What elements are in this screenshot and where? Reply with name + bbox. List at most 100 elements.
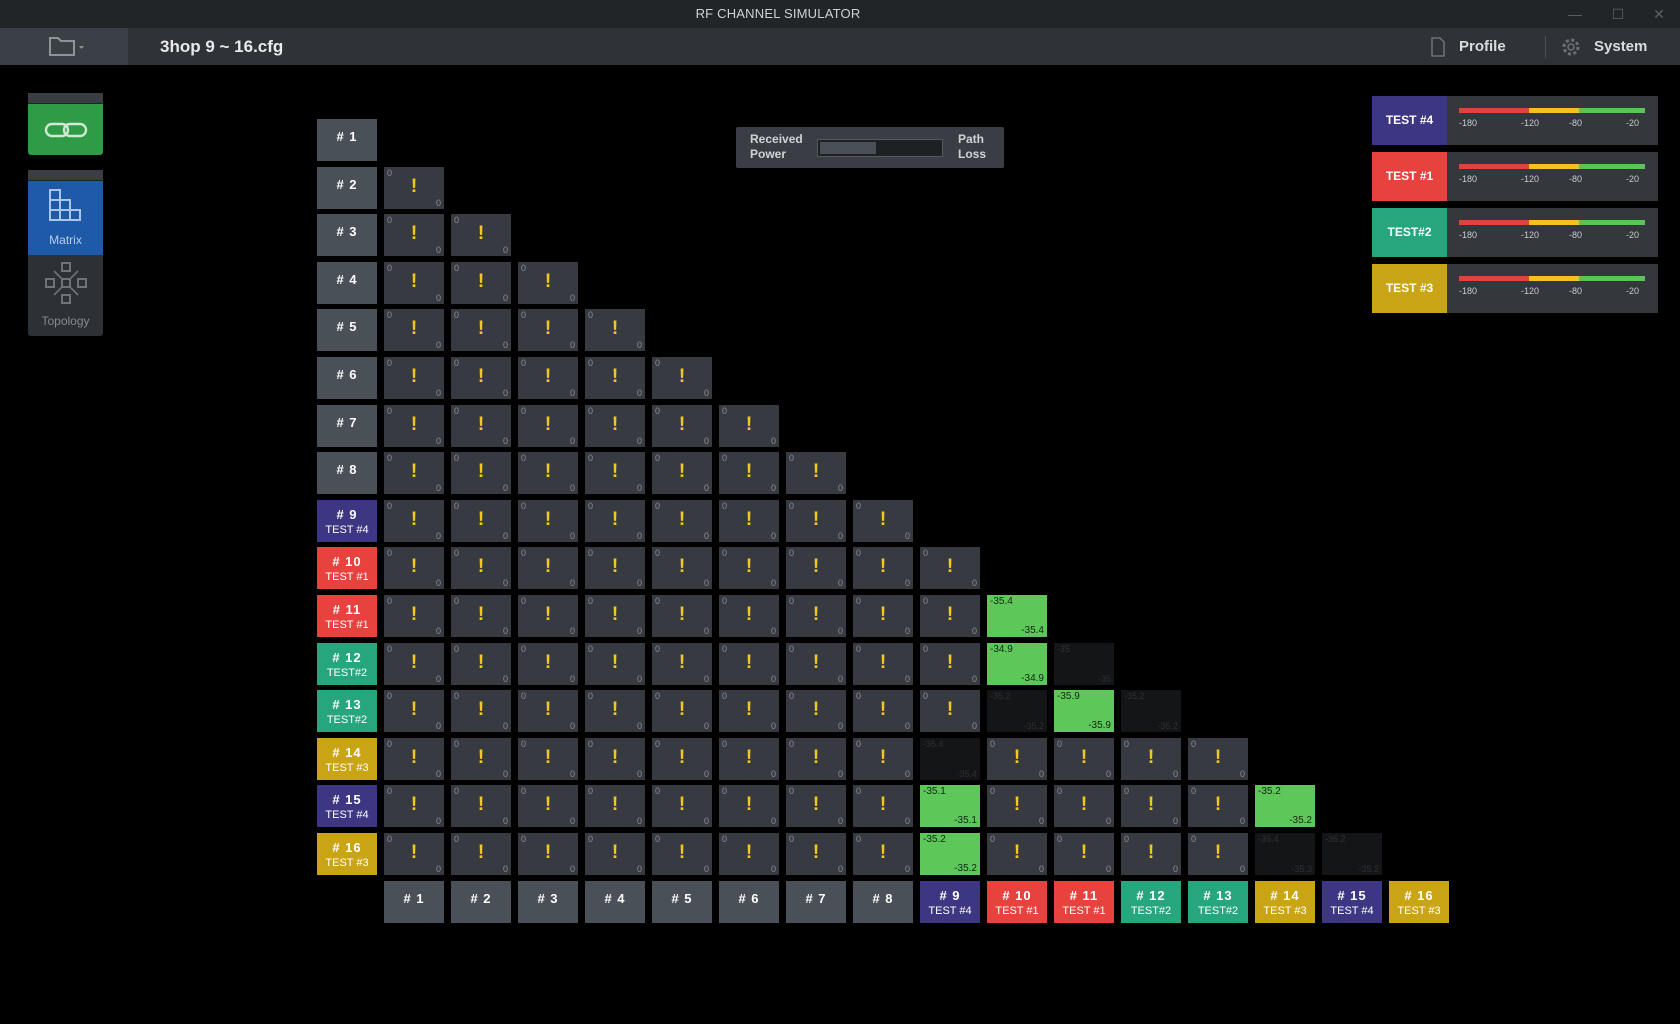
col-port-2[interactable]: # 2 bbox=[451, 881, 511, 923]
link-cell-16-1[interactable]: ! 0 0 bbox=[384, 833, 444, 875]
link-cell-4-2[interactable]: ! 0 0 bbox=[451, 262, 511, 304]
link-cell-7-2[interactable]: ! 0 0 bbox=[451, 405, 511, 447]
link-cell-13-2[interactable]: ! 0 0 bbox=[451, 690, 511, 732]
link-cell-15-1[interactable]: ! 0 0 bbox=[384, 785, 444, 827]
link-cell-16-3[interactable]: ! 0 0 bbox=[518, 833, 578, 875]
link-cell-15-6[interactable]: ! 0 0 bbox=[719, 785, 779, 827]
link-cell-16-14[interactable]: -35.4 -35.3 bbox=[1255, 833, 1315, 875]
col-port-14[interactable]: # 14 TEST #3 bbox=[1255, 881, 1315, 923]
link-cell-13-1[interactable]: ! 0 0 bbox=[384, 690, 444, 732]
link-cell-4-3[interactable]: ! 0 0 bbox=[518, 262, 578, 304]
row-port-8[interactable]: # 8 bbox=[317, 452, 377, 494]
link-cell-10-5[interactable]: ! 0 0 bbox=[652, 547, 712, 589]
link-cell-13-9[interactable]: ! 0 0 bbox=[920, 690, 980, 732]
link-cell-11-9[interactable]: ! 0 0 bbox=[920, 595, 980, 637]
link-cell-15-9[interactable]: -35.1 -35.1 bbox=[920, 785, 980, 827]
link-cell-10-1[interactable]: ! 0 0 bbox=[384, 547, 444, 589]
link-cell-10-6[interactable]: ! 0 0 bbox=[719, 547, 779, 589]
link-cell-9-2[interactable]: ! 0 0 bbox=[451, 500, 511, 542]
link-cell-16-5[interactable]: ! 0 0 bbox=[652, 833, 712, 875]
col-port-11[interactable]: # 11 TEST #1 bbox=[1054, 881, 1114, 923]
link-cell-12-10[interactable]: -34.9 -34.9 bbox=[987, 643, 1047, 685]
link-cell-6-1[interactable]: ! 0 0 bbox=[384, 357, 444, 399]
link-cell-11-8[interactable]: ! 0 0 bbox=[853, 595, 913, 637]
link-cell-15-3[interactable]: ! 0 0 bbox=[518, 785, 578, 827]
link-cell-7-4[interactable]: ! 0 0 bbox=[585, 405, 645, 447]
link-cell-13-5[interactable]: ! 0 0 bbox=[652, 690, 712, 732]
link-cell-15-7[interactable]: ! 0 0 bbox=[786, 785, 846, 827]
row-port-11[interactable]: # 11 TEST #1 bbox=[317, 595, 377, 637]
link-cell-12-9[interactable]: ! 0 0 bbox=[920, 643, 980, 685]
link-cell-6-3[interactable]: ! 0 0 bbox=[518, 357, 578, 399]
row-port-15[interactable]: # 15 TEST #4 bbox=[317, 785, 377, 827]
link-cell-5-3[interactable]: ! 0 0 bbox=[518, 309, 578, 351]
link-cell-8-6[interactable]: ! 0 0 bbox=[719, 452, 779, 494]
link-cell-16-12[interactable]: ! 0 0 bbox=[1121, 833, 1181, 875]
link-cell-16-4[interactable]: ! 0 0 bbox=[585, 833, 645, 875]
link-cell-11-5[interactable]: ! 0 0 bbox=[652, 595, 712, 637]
link-cell-14-5[interactable]: ! 0 0 bbox=[652, 738, 712, 780]
link-cell-9-6[interactable]: ! 0 0 bbox=[719, 500, 779, 542]
link-cell-12-8[interactable]: ! 0 0 bbox=[853, 643, 913, 685]
profile-button[interactable]: Profile bbox=[1459, 28, 1506, 65]
link-cell-14-13[interactable]: ! 0 0 bbox=[1188, 738, 1248, 780]
link-cell-14-1[interactable]: ! 0 0 bbox=[384, 738, 444, 780]
link-cell-16-8[interactable]: ! 0 0 bbox=[853, 833, 913, 875]
link-cell-13-12[interactable]: -35.2 -35.2 bbox=[1121, 690, 1181, 732]
link-cell-13-7[interactable]: ! 0 0 bbox=[786, 690, 846, 732]
connect-button[interactable] bbox=[28, 93, 103, 155]
link-cell-11-3[interactable]: ! 0 0 bbox=[518, 595, 578, 637]
minimize-button[interactable]: — bbox=[1554, 0, 1596, 28]
link-cell-4-1[interactable]: ! 0 0 bbox=[384, 262, 444, 304]
row-port-2[interactable]: # 2 bbox=[317, 167, 377, 209]
link-cell-8-7[interactable]: ! 0 0 bbox=[786, 452, 846, 494]
link-cell-11-10[interactable]: -35.4 -35.4 bbox=[987, 595, 1047, 637]
link-cell-7-5[interactable]: ! 0 0 bbox=[652, 405, 712, 447]
link-cell-11-2[interactable]: ! 0 0 bbox=[451, 595, 511, 637]
link-cell-13-4[interactable]: ! 0 0 bbox=[585, 690, 645, 732]
link-cell-16-13[interactable]: ! 0 0 bbox=[1188, 833, 1248, 875]
row-port-9[interactable]: # 9 TEST #4 bbox=[317, 500, 377, 542]
col-port-16[interactable]: # 16 TEST #3 bbox=[1389, 881, 1449, 923]
col-port-9[interactable]: # 9 TEST #4 bbox=[920, 881, 980, 923]
row-port-10[interactable]: # 10 TEST #1 bbox=[317, 547, 377, 589]
col-port-4[interactable]: # 4 bbox=[585, 881, 645, 923]
link-cell-10-9[interactable]: ! 0 0 bbox=[920, 547, 980, 589]
col-port-8[interactable]: # 8 bbox=[853, 881, 913, 923]
row-port-6[interactable]: # 6 bbox=[317, 357, 377, 399]
link-cell-8-4[interactable]: ! 0 0 bbox=[585, 452, 645, 494]
link-cell-14-9[interactable]: -35.4 -35.4 bbox=[920, 738, 980, 780]
row-port-4[interactable]: # 4 bbox=[317, 262, 377, 304]
link-cell-15-5[interactable]: ! 0 0 bbox=[652, 785, 712, 827]
link-cell-12-1[interactable]: ! 0 0 bbox=[384, 643, 444, 685]
link-cell-10-2[interactable]: ! 0 0 bbox=[451, 547, 511, 589]
link-cell-13-6[interactable]: ! 0 0 bbox=[719, 690, 779, 732]
link-cell-5-2[interactable]: ! 0 0 bbox=[451, 309, 511, 351]
link-cell-16-9[interactable]: -35.2 -35.2 bbox=[920, 833, 980, 875]
link-cell-11-7[interactable]: ! 0 0 bbox=[786, 595, 846, 637]
link-cell-3-2[interactable]: ! 0 0 bbox=[451, 214, 511, 256]
link-cell-16-6[interactable]: ! 0 0 bbox=[719, 833, 779, 875]
link-cell-13-11[interactable]: -35.9 -35.9 bbox=[1054, 690, 1114, 732]
link-cell-5-1[interactable]: ! 0 0 bbox=[384, 309, 444, 351]
link-cell-9-7[interactable]: ! 0 0 bbox=[786, 500, 846, 542]
row-port-5[interactable]: # 5 bbox=[317, 309, 377, 351]
link-cell-9-8[interactable]: ! 0 0 bbox=[853, 500, 913, 542]
link-cell-10-8[interactable]: ! 0 0 bbox=[853, 547, 913, 589]
link-cell-6-2[interactable]: ! 0 0 bbox=[451, 357, 511, 399]
col-port-6[interactable]: # 6 bbox=[719, 881, 779, 923]
link-cell-15-11[interactable]: ! 0 0 bbox=[1054, 785, 1114, 827]
matrix-view-button[interactable]: Matrix bbox=[28, 181, 103, 255]
col-port-1[interactable]: # 1 bbox=[384, 881, 444, 923]
link-cell-15-4[interactable]: ! 0 0 bbox=[585, 785, 645, 827]
topology-view-button[interactable]: Topology bbox=[28, 256, 103, 336]
link-cell-8-2[interactable]: ! 0 0 bbox=[451, 452, 511, 494]
col-port-15[interactable]: # 15 TEST #4 bbox=[1322, 881, 1382, 923]
link-cell-7-6[interactable]: ! 0 0 bbox=[719, 405, 779, 447]
link-cell-14-2[interactable]: ! 0 0 bbox=[451, 738, 511, 780]
col-port-13[interactable]: # 13 TEST#2 bbox=[1188, 881, 1248, 923]
link-cell-12-6[interactable]: ! 0 0 bbox=[719, 643, 779, 685]
link-cell-8-1[interactable]: ! 0 0 bbox=[384, 452, 444, 494]
close-button[interactable]: ✕ bbox=[1638, 0, 1680, 28]
link-cell-12-11[interactable]: -35 -35 bbox=[1054, 643, 1114, 685]
